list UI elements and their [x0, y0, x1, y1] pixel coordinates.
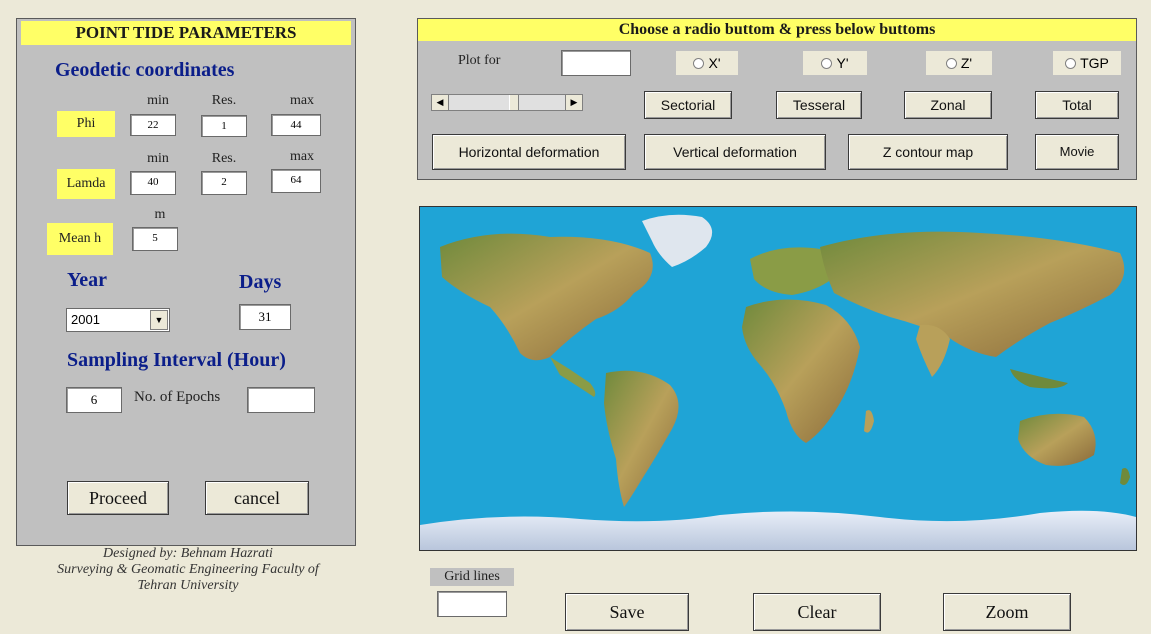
world-map-image — [420, 207, 1136, 550]
phi-res-field[interactable]: 1 — [201, 115, 247, 137]
lamda-max-field[interactable]: 64 — [271, 169, 321, 193]
panel-title: POINT TIDE PARAMETERS — [21, 21, 351, 45]
credits: Designed by: Behnam Hazrati Surveying & … — [2, 546, 374, 594]
radio-circle-icon — [693, 57, 705, 69]
radio-y-label: Y' — [836, 55, 849, 71]
grid-lines-label: Grid lines — [430, 568, 514, 586]
lamda-res-field[interactable]: 2 — [201, 171, 247, 195]
radio-y[interactable]: Y' — [803, 51, 867, 75]
phi-label: Phi — [57, 111, 115, 137]
slider-thumb[interactable] — [509, 95, 519, 110]
credit-line-1: Designed by: Behnam Hazrati — [103, 546, 273, 561]
phi-max-field[interactable]: 44 — [271, 114, 321, 136]
epochs-field[interactable] — [247, 387, 315, 413]
lamda-min-field[interactable]: 40 — [130, 171, 176, 195]
harmonic-slider[interactable]: ◀ ▶ — [431, 94, 583, 111]
days-heading: Days — [239, 271, 282, 293]
radio-x-label: X' — [708, 55, 721, 71]
days-field[interactable]: 31 — [239, 304, 291, 330]
credit-line-3: Tehran University — [137, 578, 239, 593]
zonal-button[interactable]: Zonal — [904, 91, 992, 119]
year-select-value: 2001 — [71, 312, 100, 327]
mean-h-unit-header: m — [154, 207, 166, 222]
radio-z-label: Z' — [960, 55, 973, 71]
phi-max-header: max — [289, 93, 315, 108]
year-select[interactable]: 2001 ▼ — [66, 308, 170, 332]
sampling-field[interactable]: 6 — [66, 387, 122, 413]
credit-line-2: Surveying & Geomatic Engineering Faculty… — [57, 562, 319, 577]
arrow-right-icon[interactable]: ▶ — [565, 95, 582, 110]
movie-button[interactable]: Movie — [1035, 134, 1119, 170]
tesseral-button[interactable]: Tesseral — [776, 91, 862, 119]
phi-res-header: Res. — [211, 93, 237, 108]
lamda-min-header: min — [147, 151, 169, 166]
z-contour-map-button[interactable]: Z contour map — [848, 134, 1008, 170]
plot-for-label: Plot for — [458, 53, 501, 68]
phi-min-header: min — [147, 93, 169, 108]
lamda-res-header: Res. — [211, 151, 237, 166]
world-map[interactable] — [419, 206, 1137, 551]
point-tide-panel: POINT TIDE PARAMETERS Geodetic coordinat… — [16, 18, 356, 546]
radio-z[interactable]: Z' — [926, 51, 992, 75]
cancel-button[interactable]: cancel — [205, 481, 309, 515]
mean-h-label: Mean h — [47, 223, 113, 255]
geodetic-heading: Geodetic coordinates — [55, 59, 235, 81]
radio-tgp-label: TGP — [1080, 55, 1109, 71]
year-heading: Year — [67, 269, 107, 291]
radio-circle-icon — [1065, 57, 1077, 69]
epochs-label: No. of Epochs — [134, 389, 221, 405]
chevron-down-icon[interactable]: ▼ — [150, 310, 168, 330]
radio-circle-icon — [945, 57, 957, 69]
zoom-button[interactable]: Zoom — [943, 593, 1071, 631]
horizontal-deformation-button[interactable]: Horizontal deformation — [432, 134, 626, 170]
phi-min-field[interactable]: 22 — [130, 114, 176, 136]
proceed-button[interactable]: Proceed — [67, 481, 169, 515]
radio-x[interactable]: X' — [676, 51, 738, 75]
radio-circle-icon — [821, 57, 833, 69]
clear-button[interactable]: Clear — [753, 593, 881, 631]
save-button[interactable]: Save — [565, 593, 689, 631]
arrow-left-icon[interactable]: ◀ — [432, 95, 449, 110]
plot-for-field[interactable] — [561, 50, 631, 76]
controls-title: Choose a radio buttom & press below butt… — [418, 19, 1136, 41]
vertical-deformation-button[interactable]: Vertical deformation — [644, 134, 826, 170]
mean-h-field[interactable]: 5 — [132, 227, 178, 251]
sampling-heading: Sampling Interval (Hour) — [67, 349, 286, 371]
grid-lines-field[interactable] — [437, 591, 507, 617]
lamda-label: Lamda — [57, 169, 115, 199]
sectorial-button[interactable]: Sectorial — [644, 91, 732, 119]
lamda-max-header: max — [289, 149, 315, 164]
plot-controls-panel: Choose a radio buttom & press below butt… — [417, 18, 1137, 180]
radio-tgp[interactable]: TGP — [1053, 51, 1121, 75]
total-button[interactable]: Total — [1035, 91, 1119, 119]
